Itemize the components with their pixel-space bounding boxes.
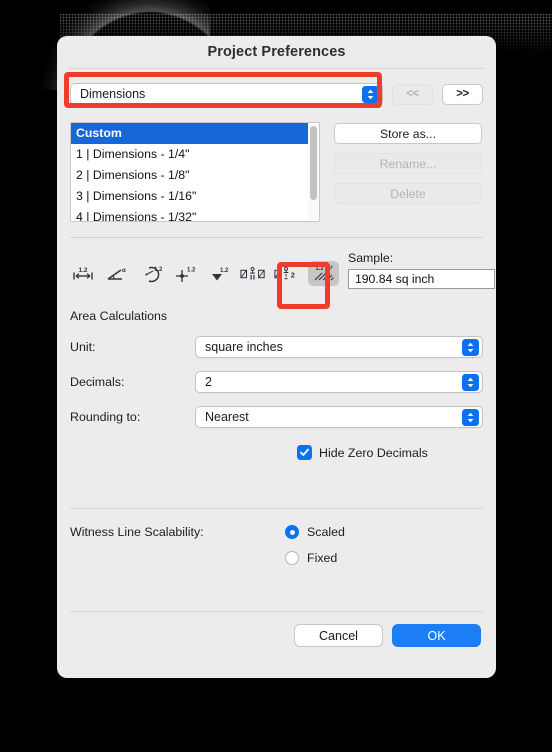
- linear-dimension-icon[interactable]: 1.2: [70, 263, 96, 285]
- svg-text:2: 2: [291, 270, 295, 279]
- ok-label: OK: [427, 628, 446, 643]
- list-item[interactable]: 4 | Dimensions - 1/32": [71, 207, 308, 222]
- list-item[interactable]: Custom: [71, 123, 308, 144]
- decimals-row: Decimals: 2: [70, 371, 483, 393]
- toolbar-separator: [70, 237, 483, 238]
- area-dimension-icon[interactable]: 1.2 m²: [308, 261, 339, 286]
- next-category-button[interactable]: >>: [442, 83, 483, 105]
- chevron-updown-icon: [462, 373, 479, 391]
- rename-button[interactable]: Rename...: [334, 153, 482, 174]
- sample-value: 190.84 sq inch: [355, 272, 435, 286]
- sample-value-field: 190.84 sq inch: [348, 269, 495, 289]
- svg-text:1.2: 1.2: [220, 268, 229, 274]
- presets-list-scrollbar-thumb[interactable]: [309, 126, 317, 200]
- list-item-label: 1 | Dimensions - 1/4": [76, 147, 190, 161]
- preference-category-row: Dimensions << >>: [70, 83, 483, 105]
- store-as-button[interactable]: Store as...: [334, 123, 482, 144]
- level-dimension-icon[interactable]: [240, 263, 266, 285]
- chevron-updown-icon: [362, 85, 379, 103]
- cancel-button[interactable]: Cancel: [294, 624, 383, 647]
- svg-text:1.2: 1.2: [187, 267, 196, 273]
- svg-text:1.2: 1.2: [78, 267, 87, 274]
- radio-scaled[interactable]: [285, 525, 299, 539]
- list-item[interactable]: 2 | Dimensions - 1/8": [71, 165, 308, 186]
- rounding-dropdown[interactable]: Nearest: [195, 406, 483, 428]
- unit-row: Unit: square inches: [70, 336, 483, 358]
- presets-list[interactable]: Custom 1 | Dimensions - 1/4" 2 | Dimensi…: [70, 122, 320, 222]
- previous-category-button[interactable]: <<: [392, 83, 433, 105]
- presets-list-scrollbar[interactable]: [308, 124, 318, 220]
- area-calculations-heading: Area Calculations: [70, 309, 168, 323]
- rename-label: Rename...: [379, 156, 437, 171]
- dialog-body: Dimensions << >> Custom 1 | Dimensions -…: [57, 83, 496, 647]
- dialog-title-bar: Project Preferences: [57, 36, 496, 68]
- project-preferences-dialog: Project Preferences Dimensions << >> Cus…: [57, 36, 496, 678]
- chevron-updown-icon: [462, 338, 479, 356]
- radio-fixed[interactable]: [285, 551, 299, 565]
- rounding-row: Rounding to: Nearest: [70, 406, 483, 428]
- radial-dimension-icon[interactable]: 1.2: [138, 263, 164, 285]
- rounding-label: Rounding to:: [70, 410, 141, 424]
- leader-dimension-icon[interactable]: 1.2: [206, 263, 232, 285]
- decimals-value: 2: [205, 375, 212, 389]
- witness-line-row: Witness Line Scalability: Scaled Fixed: [70, 525, 483, 565]
- angular-dimension-icon[interactable]: α: [104, 263, 130, 285]
- store-as-label: Store as...: [379, 126, 437, 141]
- ok-button[interactable]: OK: [392, 624, 481, 647]
- list-item-label: 3 | Dimensions - 1/16": [76, 189, 197, 203]
- svg-text:1.2: 1.2: [154, 267, 163, 273]
- svg-text:1.2 m²: 1.2 m²: [315, 265, 332, 272]
- presets-actions: Store as... Rename... Delete: [334, 122, 482, 222]
- witness-line-label: Witness Line Scalability:: [70, 525, 204, 539]
- list-item-label: Custom: [76, 126, 122, 140]
- unit-value: square inches: [205, 340, 283, 354]
- svg-text:α: α: [122, 268, 126, 274]
- dimension-type-toolbar: 1.2 α 1.2 1.2 1.2 2 1.2 m² Sample: 190.8…: [70, 251, 495, 289]
- dimension-type-icon-group: 1.2 α 1.2 1.2 1.2 2 1.2 m²: [70, 251, 339, 286]
- hide-zero-decimals-checkbox[interactable]: [297, 445, 312, 460]
- preference-category-dropdown[interactable]: Dimensions: [70, 83, 383, 105]
- decimals-label: Decimals:: [70, 375, 125, 389]
- list-item-label: 2 | Dimensions - 1/8": [76, 168, 190, 182]
- witness-separator: [70, 508, 483, 509]
- unit-label: Unit:: [70, 340, 96, 354]
- list-item-label: 4 | Dimensions - 1/32": [76, 210, 197, 222]
- sample-label: Sample:: [348, 251, 394, 265]
- dialog-footer: Cancel OK: [70, 624, 483, 647]
- decimals-dropdown[interactable]: 2: [195, 371, 483, 393]
- title-separator: [69, 68, 484, 69]
- elevation-dimension-icon[interactable]: 2: [274, 263, 300, 285]
- chevron-updown-icon: [462, 408, 479, 426]
- delete-button[interactable]: Delete: [334, 183, 482, 204]
- sample-group: Sample: 190.84 sq inch: [348, 251, 495, 289]
- presets-row: Custom 1 | Dimensions - 1/4" 2 | Dimensi…: [70, 122, 483, 222]
- radio-fixed-label: Fixed: [307, 551, 338, 565]
- witness-option-fixed[interactable]: Fixed: [285, 551, 345, 565]
- presets-list-content: Custom 1 | Dimensions - 1/4" 2 | Dimensi…: [71, 123, 308, 221]
- rounding-value: Nearest: [205, 410, 249, 424]
- delete-label: Delete: [390, 186, 426, 201]
- list-item[interactable]: 3 | Dimensions - 1/16": [71, 186, 308, 207]
- datum-dimension-icon[interactable]: 1.2: [172, 263, 198, 285]
- witness-option-scaled[interactable]: Scaled: [285, 525, 345, 539]
- witness-line-options: Scaled Fixed: [285, 525, 345, 565]
- footer-separator: [70, 611, 483, 612]
- previous-category-label: <<: [406, 88, 419, 100]
- hide-zero-decimals-label: Hide Zero Decimals: [319, 445, 428, 460]
- page-title: Project Preferences: [207, 44, 346, 60]
- unit-dropdown[interactable]: square inches: [195, 336, 483, 358]
- cancel-label: Cancel: [319, 628, 358, 643]
- list-item[interactable]: 1 | Dimensions - 1/4": [71, 144, 308, 165]
- next-category-label: >>: [456, 88, 469, 100]
- radio-scaled-label: Scaled: [307, 525, 345, 539]
- preference-category-value: Dimensions: [80, 87, 146, 101]
- hide-zero-decimals-row[interactable]: Hide Zero Decimals: [297, 445, 483, 460]
